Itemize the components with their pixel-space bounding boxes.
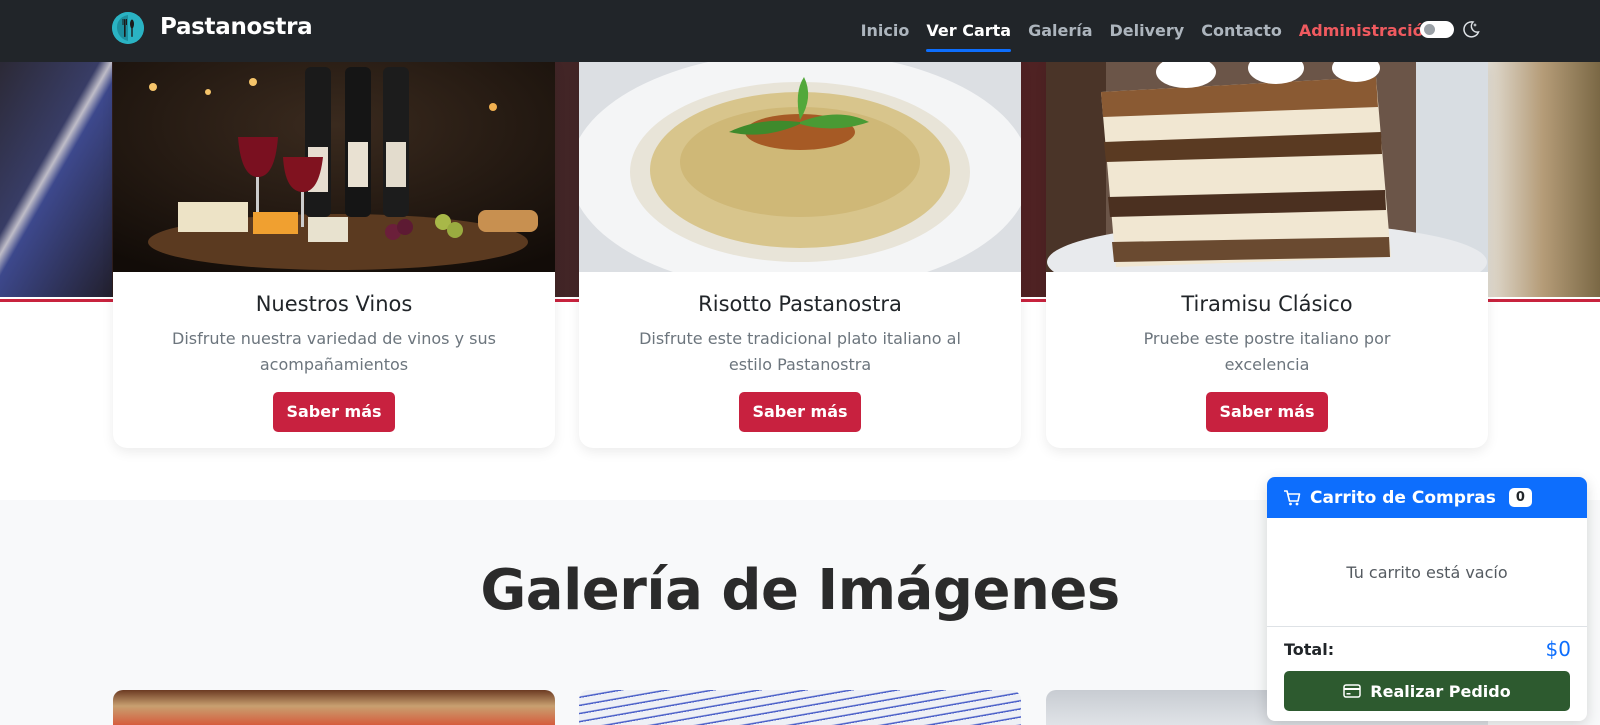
nav-link-contacto[interactable]: Contacto xyxy=(1201,20,1282,42)
cart-title: Carrito de Compras xyxy=(1310,487,1496,508)
cart-total-value: $0 xyxy=(1545,637,1571,661)
realizar-pedido-label: Realizar Pedido xyxy=(1370,681,1511,701)
cart-empty-message: Tu carrito está vacío xyxy=(1267,518,1587,627)
nav-link-administracion[interactable]: Administración xyxy=(1299,20,1435,42)
saber-mas-button[interactable]: Saber más xyxy=(1206,392,1328,432)
logo-icon[interactable] xyxy=(112,12,144,44)
navbar: Pastanostra Inicio Ver Carta Galería Del… xyxy=(0,0,1600,62)
moon-icon xyxy=(1463,21,1480,38)
hero-edge-right xyxy=(1485,62,1600,297)
brand-name[interactable]: Pastanostra xyxy=(160,14,313,40)
hero-edge-left xyxy=(0,62,112,297)
gallery-image-2[interactable] xyxy=(579,690,1021,725)
card-vinos: Nuestros Vinos Disfrute nuestra variedad… xyxy=(113,62,555,448)
cart-total-label: Total: xyxy=(1284,639,1335,659)
nav-link-ver-carta[interactable]: Ver Carta xyxy=(926,20,1011,52)
cart-header[interactable]: Carrito de Compras 0 xyxy=(1267,477,1587,518)
card-image-risotto xyxy=(579,62,1021,272)
card-title: Tiramisu Clásico xyxy=(1181,292,1353,316)
card-description: Pruebe este postre italiano por excelenc… xyxy=(1143,329,1391,374)
nav-links: Inicio Ver Carta Galería Delivery Contac… xyxy=(861,0,1435,62)
nav-link-galeria[interactable]: Galería xyxy=(1028,20,1092,42)
card-description: Disfrute este tradicional plato italiano… xyxy=(639,329,961,374)
gallery-image-1[interactable] xyxy=(113,690,555,725)
toggle-icon xyxy=(1424,24,1435,35)
nav-link-inicio[interactable]: Inicio xyxy=(861,20,910,42)
card-tiramisu: Tiramisu Clásico Pruebe este postre ital… xyxy=(1046,62,1488,448)
cart-count-badge: 0 xyxy=(1508,488,1532,507)
card-risotto: Risotto Pastanostra Disfrute este tradic… xyxy=(579,62,1021,448)
card-description: Disfrute nuestra variedad de vinos y sus… xyxy=(172,329,496,374)
saber-mas-button[interactable]: Saber más xyxy=(739,392,861,432)
card-title: Nuestros Vinos xyxy=(255,292,413,316)
cart-total-row: Total: $0 xyxy=(1267,627,1587,661)
nav-link-delivery[interactable]: Delivery xyxy=(1110,20,1185,42)
shopping-cart-panel: Carrito de Compras 0 Tu carrito está vac… xyxy=(1267,477,1587,721)
card-image-tiramisu xyxy=(1046,62,1488,272)
card-image-vinos xyxy=(113,62,555,272)
realizar-pedido-button[interactable]: Realizar Pedido xyxy=(1284,671,1570,711)
card-title: Risotto Pastanostra xyxy=(698,292,902,316)
theme-toggle[interactable] xyxy=(1420,21,1454,38)
cart-icon xyxy=(1284,489,1301,505)
saber-mas-button[interactable]: Saber más xyxy=(273,392,395,432)
credit-card-icon xyxy=(1343,684,1362,698)
